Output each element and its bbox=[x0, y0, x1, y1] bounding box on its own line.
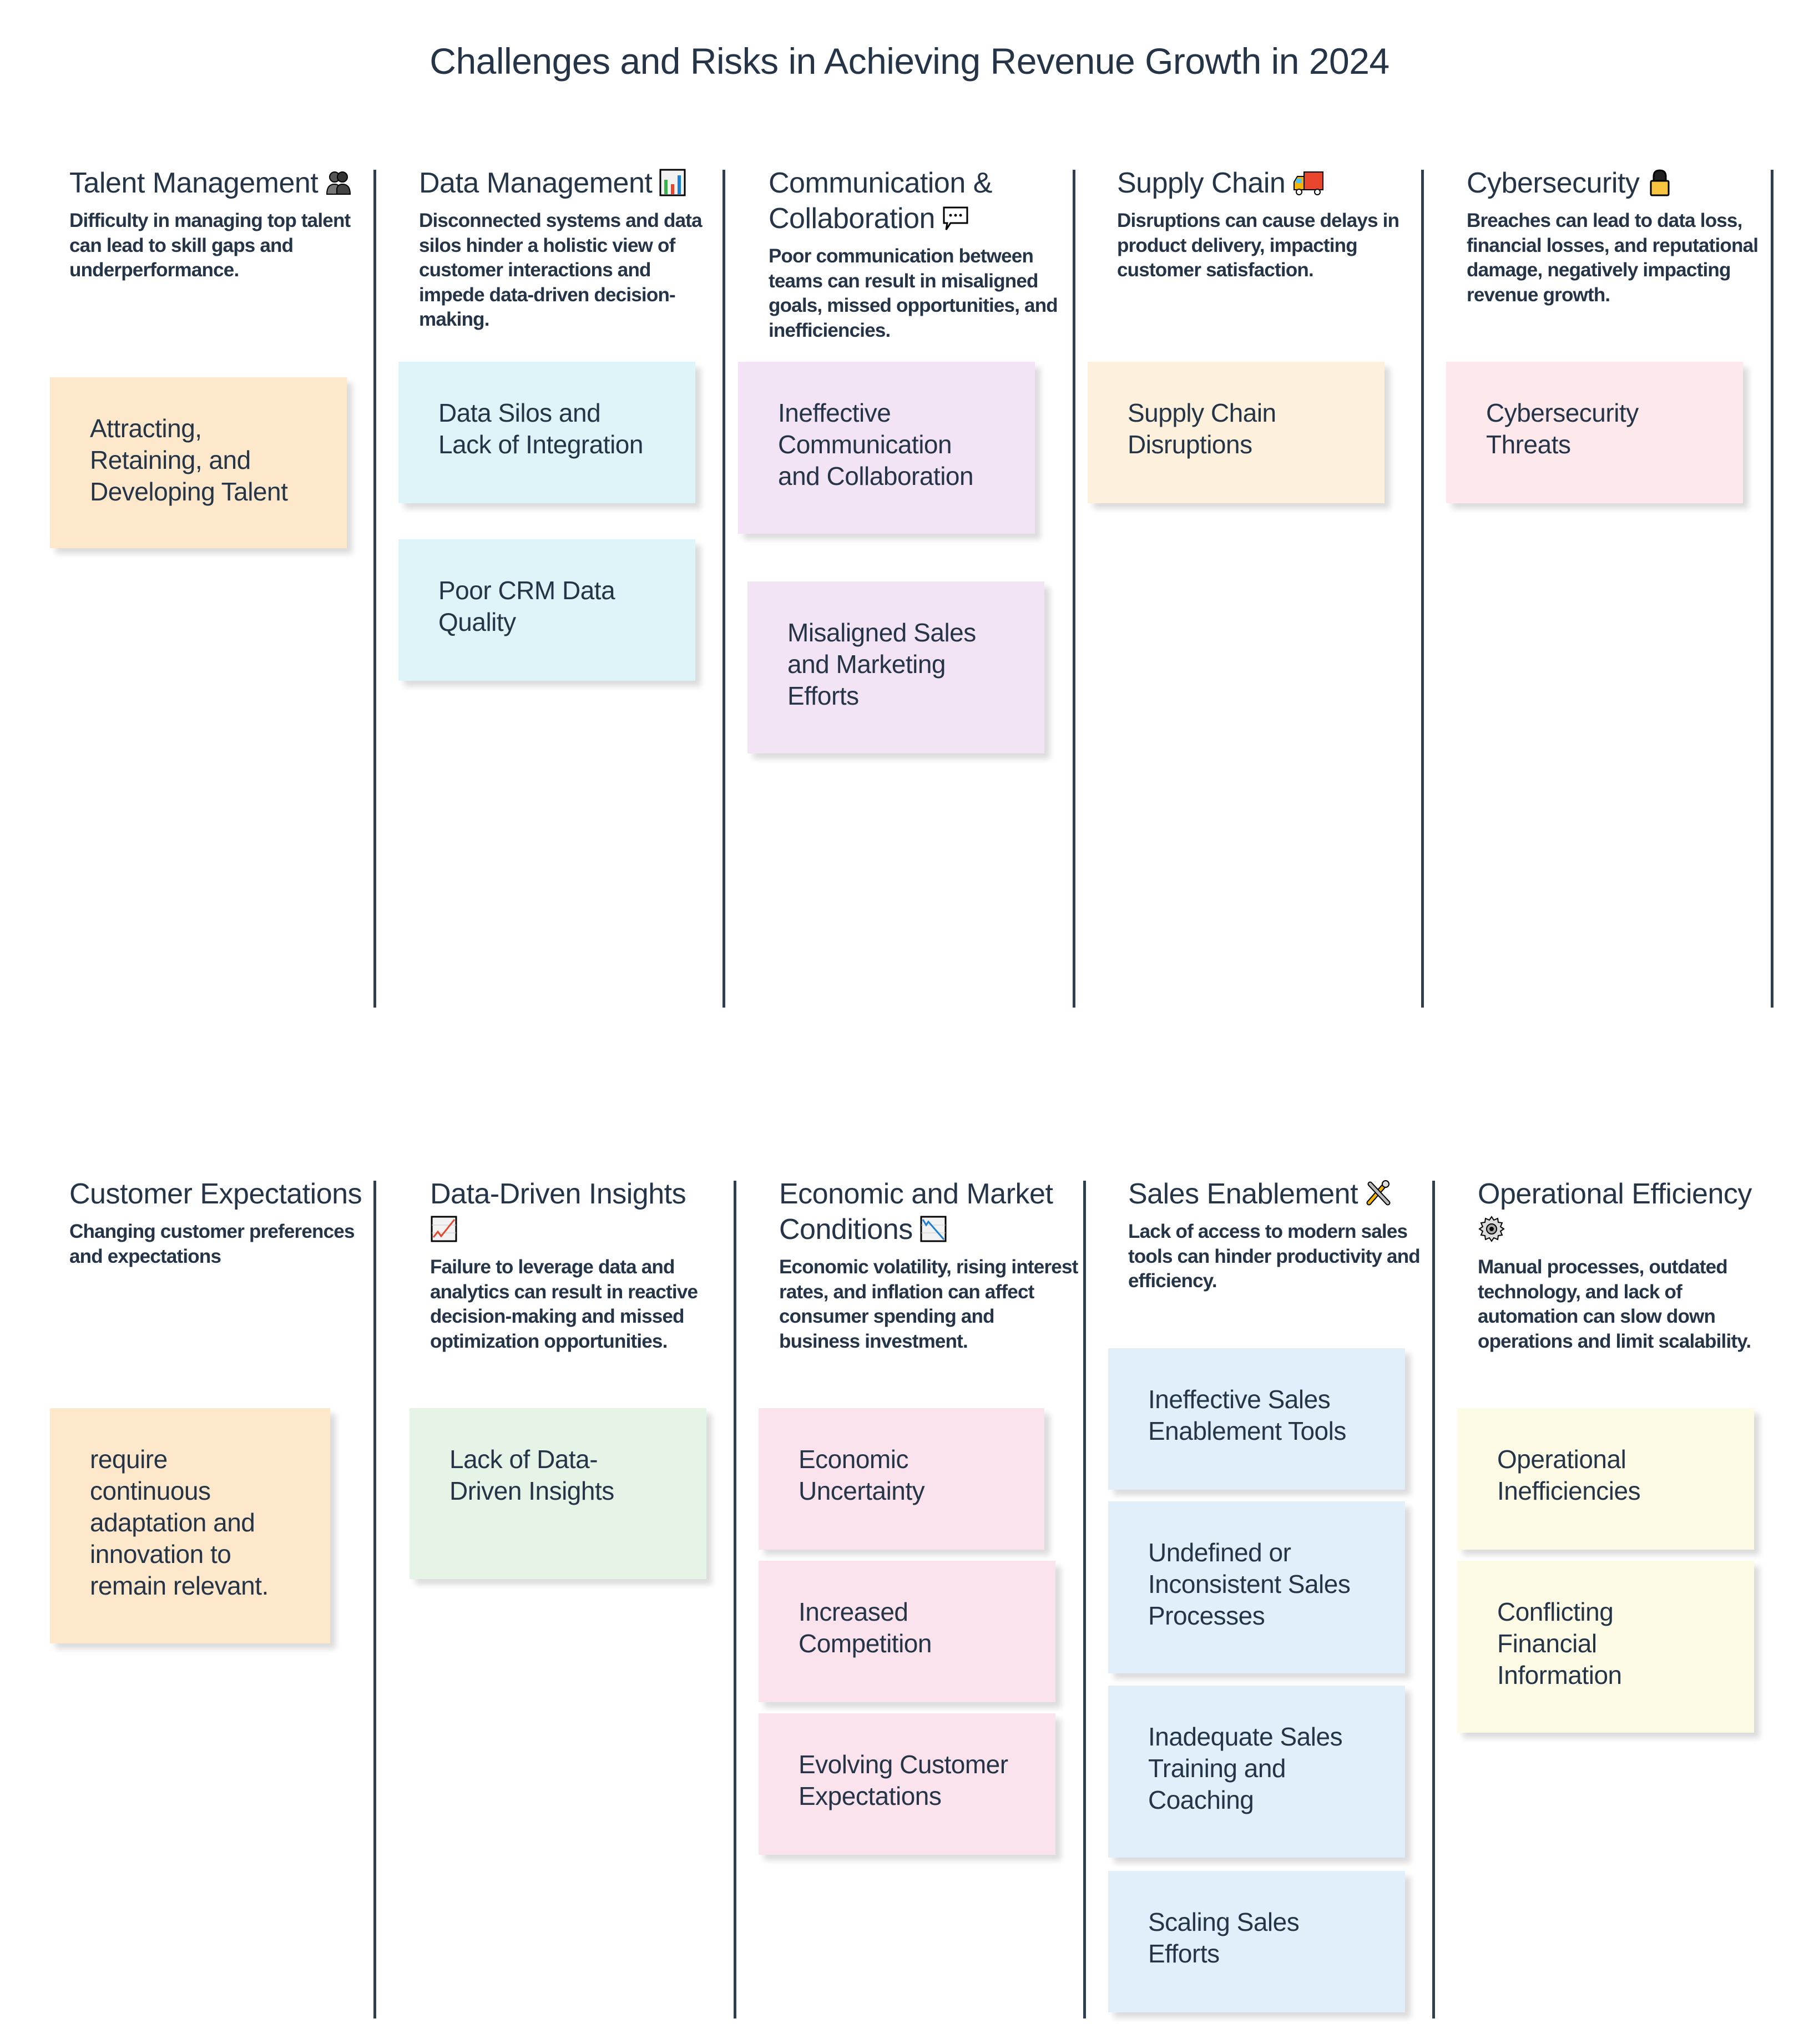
tools-icon bbox=[1365, 1180, 1392, 1207]
column-title: Supply Chain bbox=[1117, 167, 1286, 199]
column-description: Disconnected systems and data silos hind… bbox=[419, 210, 703, 330]
column-title: Data Management bbox=[419, 167, 653, 199]
sticky-note[interactable]: Economic Uncertainty bbox=[759, 1408, 1044, 1550]
sticky-note[interactable]: Undefined or Inconsistent Sales Processe… bbox=[1108, 1501, 1405, 1673]
column-economic-market-conditions: Economic and Market Conditions Economic … bbox=[779, 1176, 1079, 1354]
column-communication-collaboration: Communication & Collaboration Poor commu… bbox=[769, 165, 1063, 343]
truck-icon bbox=[1292, 169, 1324, 196]
sticky-note[interactable]: Lack of Data-Driven Insights bbox=[410, 1408, 706, 1579]
speech-bubble-icon bbox=[942, 204, 969, 232]
note-text: Attracting, Retaining, and Developing Ta… bbox=[90, 414, 288, 506]
note-text: Supply Chain Disruptions bbox=[1128, 398, 1276, 459]
note-text: require continuous adaptation and innova… bbox=[90, 1445, 269, 1600]
note-text: Conflicting Financial Information bbox=[1497, 1597, 1622, 1689]
sticky-note[interactable]: Poor CRM Data Quality bbox=[398, 539, 695, 681]
note-text: Economic Uncertainty bbox=[799, 1445, 925, 1505]
column-description: Disruptions can cause delays in product … bbox=[1117, 210, 1399, 281]
column-supply-chain: Supply Chain Disruptions can cause delay… bbox=[1117, 165, 1406, 283]
column-description: Breaches can lead to data loss, financia… bbox=[1467, 210, 1759, 306]
column-title: Economic and Market Conditions bbox=[779, 1178, 1053, 1246]
sticky-note[interactable]: Inadequate Sales Training and Coaching bbox=[1108, 1686, 1405, 1858]
people-icon bbox=[325, 169, 352, 196]
column-description: Lack of access to modern sales tools can… bbox=[1128, 1221, 1421, 1292]
sticky-note[interactable]: require continuous adaptation and innova… bbox=[50, 1408, 330, 1643]
sticky-note[interactable]: Operational Inefficiencies bbox=[1457, 1408, 1754, 1550]
column-divider bbox=[1073, 170, 1075, 1008]
column-divider bbox=[373, 1181, 376, 2018]
note-text: Evolving Customer Expectations bbox=[799, 1750, 1008, 1810]
note-text: Undefined or Inconsistent Sales Processe… bbox=[1148, 1538, 1351, 1630]
column-description: Difficulty in managing top talent can le… bbox=[69, 210, 351, 281]
column-title: Data-Driven Insights bbox=[430, 1178, 686, 1210]
column-title: Operational Efficiency bbox=[1478, 1178, 1752, 1210]
note-text: Cybersecurity Threats bbox=[1486, 398, 1639, 459]
sticky-note[interactable]: Scaling Sales Efforts bbox=[1108, 1871, 1405, 2012]
sticky-note[interactable]: Ineffective Sales Enablement Tools bbox=[1108, 1348, 1405, 1490]
column-description: Failure to leverage data and analytics c… bbox=[430, 1256, 698, 1352]
column-divider bbox=[1771, 170, 1773, 1008]
column-customer-expectations: Customer Expectations Changing customer … bbox=[69, 1176, 372, 1269]
sticky-note[interactable]: Cybersecurity Threats bbox=[1446, 362, 1743, 503]
sticky-note[interactable]: Evolving Customer Expectations bbox=[759, 1713, 1055, 1855]
sticky-note[interactable]: Misaligned Sales and Marketing Efforts bbox=[747, 581, 1044, 753]
note-text: Misaligned Sales and Marketing Efforts bbox=[787, 618, 976, 710]
column-divider bbox=[373, 170, 376, 1008]
column-operational-efficiency: Operational Efficiency Manual processes,… bbox=[1478, 1176, 1772, 1354]
page-title: Challenges and Risks in Achieving Revenu… bbox=[430, 41, 1389, 82]
lock-icon bbox=[1646, 169, 1674, 196]
column-title: Sales Enablement bbox=[1128, 1178, 1358, 1210]
sticky-note[interactable]: Increased Competition bbox=[759, 1561, 1055, 1702]
column-description: Poor communication between teams can res… bbox=[769, 245, 1058, 341]
sticky-note[interactable]: Attracting, Retaining, and Developing Ta… bbox=[50, 377, 347, 548]
column-divider bbox=[722, 170, 725, 1008]
column-divider bbox=[734, 1181, 736, 2018]
column-title: Cybersecurity bbox=[1467, 167, 1640, 199]
column-description: Economic volatility, rising interest rat… bbox=[779, 1256, 1078, 1352]
column-divider bbox=[1421, 170, 1424, 1008]
note-text: Scaling Sales Efforts bbox=[1148, 1908, 1300, 1968]
column-description: Changing customer preferences and expect… bbox=[69, 1221, 355, 1267]
sticky-note[interactable]: Conflicting Financial Information bbox=[1457, 1561, 1754, 1733]
column-data-driven-insights: Data-Driven Insights Failure to leverage… bbox=[430, 1176, 724, 1354]
column-cybersecurity: Cybersecurity Breaches can lead to data … bbox=[1467, 165, 1761, 307]
sticky-note[interactable]: Data Silos and Lack of Integration bbox=[398, 362, 695, 503]
gear-icon bbox=[1478, 1215, 1505, 1243]
chart-decreasing-icon bbox=[919, 1215, 947, 1243]
column-sales-enablement: Sales Enablement Lack of access to moder… bbox=[1128, 1176, 1422, 1294]
column-divider bbox=[1432, 1181, 1435, 2018]
sticky-note[interactable]: Ineffective Communication and Collaborat… bbox=[738, 362, 1035, 534]
bar-chart-icon bbox=[659, 169, 686, 196]
note-text: Increased Competition bbox=[799, 1597, 932, 1658]
note-text: Lack of Data-Driven Insights bbox=[449, 1445, 614, 1505]
sticky-note[interactable]: Supply Chain Disruptions bbox=[1088, 362, 1385, 503]
note-text: Ineffective Sales Enablement Tools bbox=[1148, 1385, 1346, 1445]
column-description: Manual processes, outdated technology, a… bbox=[1478, 1256, 1751, 1352]
note-text: Poor CRM Data Quality bbox=[438, 576, 615, 636]
column-data-management: Data Management Disconnected systems and… bbox=[419, 165, 708, 332]
note-text: Inadequate Sales Training and Coaching bbox=[1148, 1722, 1343, 1814]
note-text: Data Silos and Lack of Integration bbox=[438, 398, 643, 459]
note-text: Ineffective Communication and Collaborat… bbox=[778, 398, 974, 490]
column-title: Talent Management bbox=[69, 167, 319, 199]
note-text: Operational Inefficiencies bbox=[1497, 1445, 1641, 1505]
column-title: Customer Expectations bbox=[69, 1178, 362, 1210]
column-talent-management: Talent Management Difficulty in managing… bbox=[69, 165, 369, 283]
chart-increasing-icon bbox=[430, 1215, 458, 1243]
column-divider bbox=[1083, 1181, 1086, 2018]
